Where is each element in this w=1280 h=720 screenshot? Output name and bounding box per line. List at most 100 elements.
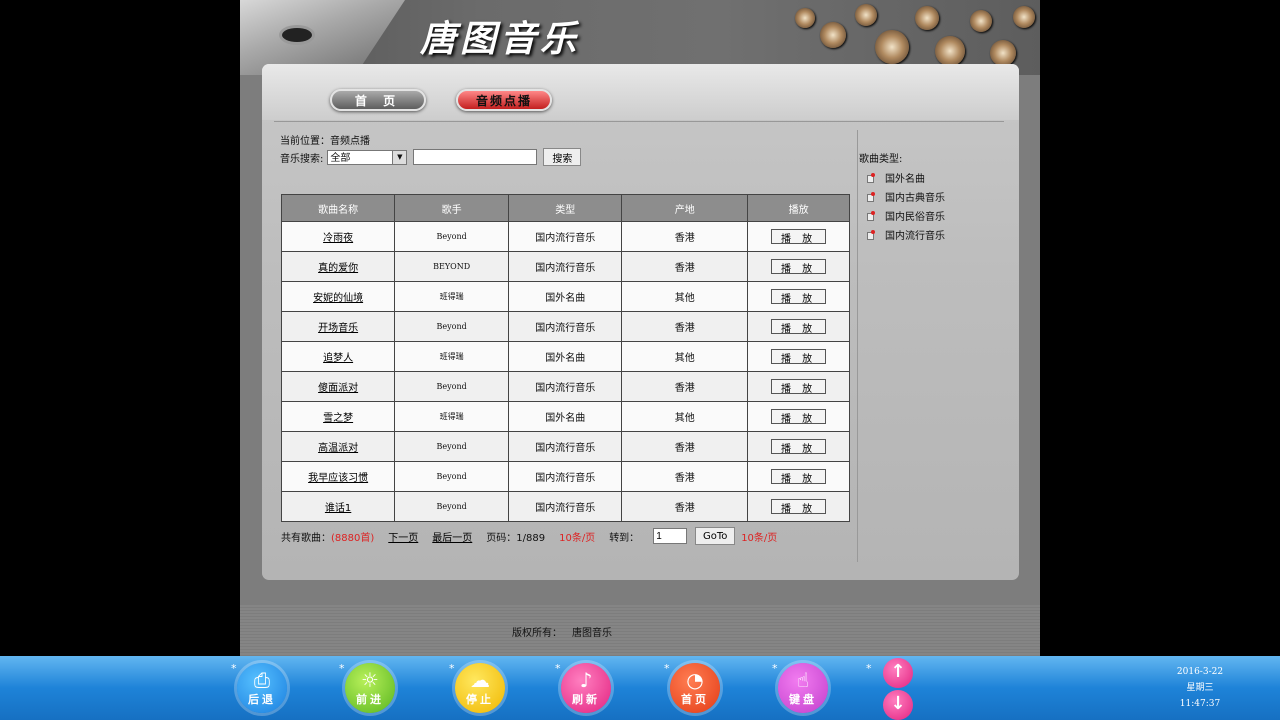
type-cell: 国外名曲 bbox=[508, 401, 623, 432]
origin-cell: 香港 bbox=[621, 371, 749, 402]
forward-button[interactable]: ☼ 前进 bbox=[345, 663, 395, 713]
singer-cell: 班得瑞 bbox=[394, 401, 510, 432]
play-button[interactable]: 播 放 bbox=[771, 348, 827, 365]
footer bbox=[240, 604, 1040, 656]
song-name-cell: 追梦人 bbox=[280, 341, 396, 372]
search-row: 音乐搜索: 全部 ▼ 搜索 bbox=[280, 148, 582, 166]
song-link[interactable]: 冷雨夜 bbox=[323, 233, 353, 244]
play-button[interactable]: 播 放 bbox=[771, 498, 827, 515]
origin-cell: 其他 bbox=[621, 341, 749, 372]
next-page-link[interactable]: 下一页 bbox=[388, 529, 418, 544]
song-link[interactable]: 谁话1 bbox=[325, 503, 351, 514]
speaker-icon bbox=[866, 210, 876, 221]
table-header-row: 歌曲名称 歌手 类型 产地 播放 bbox=[280, 194, 850, 222]
col-type: 类型 bbox=[508, 194, 623, 222]
goto-page-input[interactable] bbox=[653, 528, 688, 544]
singer-cell: Beyond bbox=[394, 221, 510, 252]
star-icon: * bbox=[555, 662, 561, 675]
song-link[interactable]: 安妮的仙境 bbox=[313, 293, 363, 304]
song-name-cell: 谁话1 bbox=[280, 491, 396, 522]
chevron-down-icon[interactable]: ▼ bbox=[392, 150, 407, 164]
origin-cell: 香港 bbox=[621, 431, 749, 462]
play-button[interactable]: 播 放 bbox=[771, 378, 827, 395]
play-cell: 播 放 bbox=[747, 431, 850, 462]
keyboard-hand-icon: ☝ bbox=[796, 668, 810, 692]
col-singer: 歌手 bbox=[394, 194, 510, 222]
table-row: 我早应该习惯 Beyond 国内流行音乐 香港 播 放 bbox=[280, 461, 850, 492]
song-link[interactable]: 我早应该习惯 bbox=[308, 473, 368, 484]
play-button[interactable]: 播 放 bbox=[771, 408, 827, 425]
play-button[interactable]: 播 放 bbox=[771, 288, 827, 305]
goto-button[interactable]: GoTo bbox=[695, 527, 736, 545]
nav-audio-button[interactable]: 音频点播 bbox=[456, 89, 552, 111]
song-name-cell: 我早应该习惯 bbox=[280, 461, 396, 492]
nav-home-button[interactable]: 首 页 bbox=[330, 89, 426, 111]
total-count: 共有歌曲：(8880首) bbox=[281, 532, 375, 544]
copyright: 版权所有： 唐图音乐 bbox=[512, 628, 612, 639]
table-row: 开场音乐 Beyond 国内流行音乐 香港 播 放 bbox=[280, 311, 850, 342]
search-input[interactable] bbox=[413, 149, 538, 165]
back-button[interactable]: ⎙ 后退 bbox=[237, 663, 287, 713]
play-button[interactable]: 播 放 bbox=[771, 318, 827, 335]
play-button[interactable]: 播 放 bbox=[771, 228, 827, 245]
song-link[interactable]: 高温派对 bbox=[318, 443, 358, 454]
origin-cell: 其他 bbox=[621, 281, 749, 312]
star-icon: * bbox=[866, 662, 872, 675]
singer-cell: Beyond bbox=[394, 431, 510, 462]
type-cell: 国内流行音乐 bbox=[508, 251, 623, 282]
table-row: 雪之梦 班得瑞 国外名曲 其他 播 放 bbox=[280, 401, 850, 432]
play-button[interactable]: 播 放 bbox=[771, 468, 827, 485]
system-clock: 2016-3-22 星期三 11:47:37 bbox=[1160, 664, 1240, 712]
arrow-down-icon: ↓ bbox=[890, 693, 906, 714]
song-link[interactable]: 雪之梦 bbox=[323, 413, 353, 424]
table-row: 追梦人 班得瑞 国外名曲 其他 播 放 bbox=[280, 341, 850, 372]
col-origin: 产地 bbox=[621, 194, 749, 222]
search-button[interactable]: 搜索 bbox=[543, 148, 582, 166]
singer-cell: Beyond bbox=[394, 311, 510, 342]
origin-cell: 香港 bbox=[621, 491, 749, 522]
genre-item[interactable]: 国内流行音乐 bbox=[866, 225, 945, 244]
content-panel: 首 页 音频点播 当前位置：音频点播 音乐搜索: 全部 ▼ 搜索 歌曲名称 歌手… bbox=[262, 64, 1019, 580]
last-page-link[interactable]: 最后一页 bbox=[432, 529, 472, 544]
genre-item[interactable]: 国内古典音乐 bbox=[866, 187, 945, 206]
singer-cell: Beyond bbox=[394, 371, 510, 402]
play-button[interactable]: 播 放 bbox=[771, 438, 827, 455]
song-name-cell: 真的爱你 bbox=[280, 251, 396, 282]
genre-title: 歌曲类型: bbox=[859, 154, 903, 165]
song-link[interactable]: 追梦人 bbox=[323, 353, 353, 364]
search-category-select[interactable]: 全部 ▼ bbox=[327, 149, 408, 165]
genre-item[interactable]: 国内民俗音乐 bbox=[866, 206, 945, 225]
play-button[interactable]: 播 放 bbox=[771, 258, 827, 275]
keyboard-button[interactable]: ☝ 键盘 bbox=[778, 663, 828, 713]
breadcrumb-label: 当前位置： bbox=[280, 136, 330, 147]
per-page-label-2: 10条/页 bbox=[741, 532, 778, 544]
genre-item[interactable]: 国外名曲 bbox=[866, 168, 945, 187]
scroll-down-button[interactable]: ↓ bbox=[883, 690, 913, 720]
play-cell: 播 放 bbox=[747, 401, 850, 432]
scroll-up-button[interactable]: ↑ bbox=[883, 658, 913, 688]
sound-wave-icon: ♪ bbox=[579, 668, 593, 692]
kiosk-taskbar: * ⎙ 后退 * ☼ 前进 * ☁ 停止 * ♪ 刷新 * ◔ 首页 * ☝ 键盘 * ↑ … bbox=[0, 656, 1280, 720]
singer-cell: Beyond bbox=[394, 491, 510, 522]
type-cell: 国外名曲 bbox=[508, 341, 623, 372]
site-logo: 唐图音乐 bbox=[420, 18, 581, 60]
song-link[interactable]: 真的爱你 bbox=[318, 263, 358, 274]
table-row: 傻面派对 Beyond 国内流行音乐 香港 播 放 bbox=[280, 371, 850, 402]
refresh-button[interactable]: ♪ 刷新 bbox=[561, 663, 611, 713]
sidebar-divider bbox=[857, 130, 858, 562]
singer-cell: 班得瑞 bbox=[394, 341, 510, 372]
table-row: 冷雨夜 Beyond 国内流行音乐 香港 播 放 bbox=[280, 221, 850, 252]
pagination: 共有歌曲：(8880首) 下一页 最后一页 页码：1/889 10条/页 转到：… bbox=[281, 526, 791, 546]
song-link[interactable]: 傻面派对 bbox=[318, 383, 358, 394]
song-name-cell: 冷雨夜 bbox=[280, 221, 396, 252]
song-link[interactable]: 开场音乐 bbox=[318, 323, 358, 334]
cloud-icon: ☁ bbox=[470, 668, 490, 692]
speaker-icon bbox=[866, 229, 876, 240]
home-button[interactable]: ◔ 首页 bbox=[670, 663, 720, 713]
stop-button[interactable]: ☁ 停止 bbox=[455, 663, 505, 713]
table-row: 真的爱你 BEYOND 国内流行音乐 香港 播 放 bbox=[280, 251, 850, 282]
search-label: 音乐搜索: bbox=[280, 153, 324, 165]
song-name-cell: 开场音乐 bbox=[280, 311, 396, 342]
play-cell: 播 放 bbox=[747, 311, 850, 342]
type-cell: 国内流行音乐 bbox=[508, 371, 623, 402]
